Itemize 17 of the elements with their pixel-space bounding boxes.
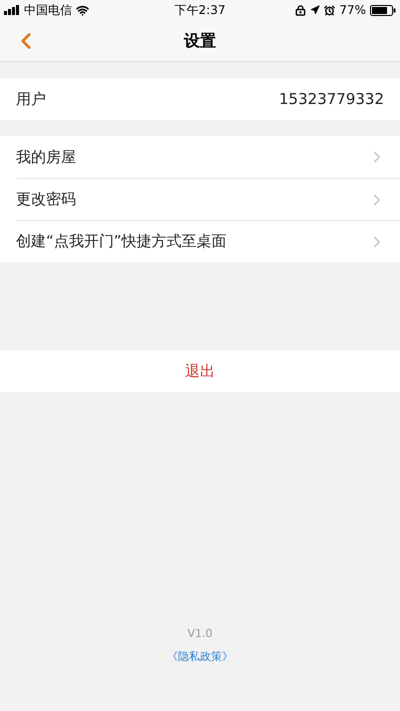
wifi-icon bbox=[76, 4, 89, 16]
user-phone: 15323779332 bbox=[279, 88, 384, 110]
alarm-icon bbox=[324, 4, 336, 16]
user-label: 用户 bbox=[16, 88, 46, 110]
location-icon bbox=[310, 5, 320, 15]
battery-icon bbox=[370, 4, 396, 16]
menu-item[interactable]: 我的房屋 bbox=[16, 136, 400, 178]
menu-item[interactable]: 创建“点我开门”快捷方式至桌面 bbox=[16, 221, 400, 262]
status-time: 下午2:37 bbox=[174, 2, 226, 19]
battery-percent: 77% bbox=[339, 2, 366, 19]
logout-button[interactable]: 退出 bbox=[0, 350, 400, 392]
carrier-name: 中国电信 bbox=[24, 2, 72, 19]
version-text: V1.0 bbox=[187, 626, 213, 642]
signal-icon bbox=[4, 5, 20, 15]
privacy-policy-link[interactable]: 《隐私政策》 bbox=[167, 648, 233, 665]
page-title: 设置 bbox=[184, 30, 216, 52]
menu-item[interactable]: 更改密码 bbox=[16, 179, 400, 220]
